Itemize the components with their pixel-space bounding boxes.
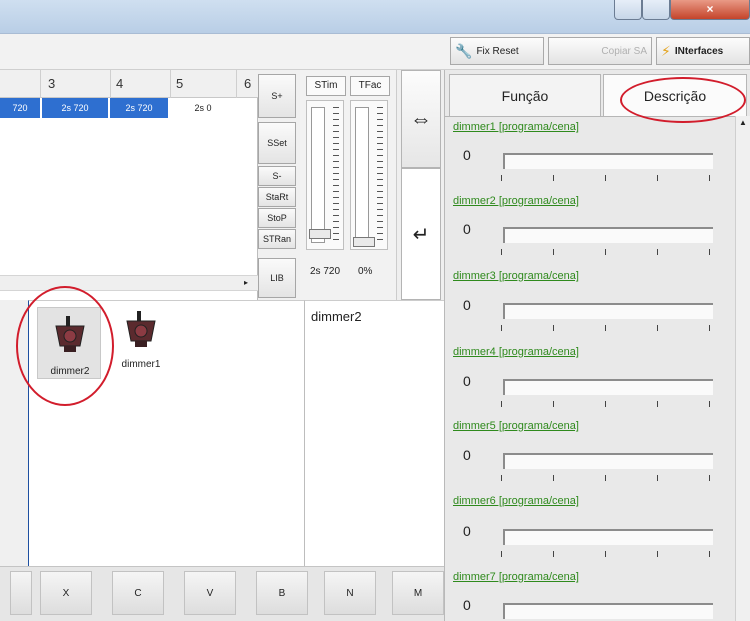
dimmer-link[interactable]: dimmer1 [programa/cena] [453,121,579,133]
key-m[interactable]: M [392,571,444,615]
dimmer-slider[interactable] [503,303,713,319]
keyboard-key-partial[interactable] [10,571,32,615]
grid-cell[interactable]: 2s 720 [110,98,168,118]
interfaces-button[interactable]: ⚡ INterfaces [656,37,750,65]
dimmer-value: 0 [463,597,471,613]
slider-ticks [501,551,713,557]
window-titlebar: × [0,0,750,34]
dimmer-link[interactable]: dimmer2 [programa/cena] [453,195,579,207]
slider-track [355,107,369,243]
swap-arrows-icon: ⇔ [410,106,432,131]
device-dimmer1[interactable]: dimmer1 [109,307,173,379]
scroll-up-icon[interactable]: ▲ [739,118,747,127]
wrench-icon: 🔧 [455,42,473,59]
slider-ticks [501,175,713,181]
column-separator [170,70,171,98]
dimmer-link[interactable]: dimmer6 [programa/cena] [453,495,579,507]
lib-button[interactable]: LIB [258,258,296,298]
tfac-slider-knob[interactable] [353,237,375,247]
tfac-slider[interactable] [350,100,388,250]
tab-funcao[interactable]: Função [449,74,601,116]
slider-ticks [501,475,713,481]
slider-ticks [501,401,713,407]
device-info-panel: dimmer2 [304,300,444,566]
dimmer-link[interactable]: dimmer7 [programa/cena] [453,571,579,583]
dimmer-slider[interactable] [503,603,713,619]
key-c[interactable]: C [112,571,164,615]
key-v[interactable]: V [184,571,236,615]
stim-slider-knob[interactable] [309,229,331,239]
column-header: 5 [176,76,184,91]
highlight-circle-device [16,286,114,406]
swap-button[interactable]: ⇔ [401,70,441,168]
dimmer-value: 0 [463,297,471,313]
maximize-button[interactable] [642,0,670,20]
toolbar: 🔧 Fix Reset Copiar SA ⚡ INterfaces [0,34,750,70]
column-header: 4 [116,76,124,91]
dimmer-value: 0 [463,373,471,389]
dimmer-fixture-icon [126,311,156,347]
properties-panel: Função Descrição dimmer1 [programa/cena]… [444,70,750,621]
dimmer-link[interactable]: dimmer3 [programa/cena] [453,270,579,282]
fix-reset-button[interactable]: 🔧 Fix Reset [450,37,544,65]
column-header: 3 [48,76,56,91]
grid-cell[interactable]: 2s 0 [170,98,236,118]
close-button[interactable]: × [670,0,750,20]
channel-grid[interactable]: 3 4 5 6 720 2s 720 2s 720 2s 0 ▸ [0,70,258,300]
slider-ticks [333,107,339,243]
device-label: dimmer1 [121,359,161,370]
stran-button[interactable]: STRan [258,229,296,249]
dimmer-slider[interactable] [503,227,713,243]
stim-value: 2s 720 [310,266,341,277]
dimmer-value: 0 [463,523,471,539]
start-button[interactable]: StaRt [258,187,296,207]
column-separator [110,70,111,98]
dimmer-slider[interactable] [503,153,713,169]
dimmer-value: 0 [463,447,471,463]
grid-header: 3 4 5 6 [0,70,258,98]
enter-arrow-icon: ↵ [412,223,430,246]
stim-slider[interactable] [306,100,344,250]
slider-ticks [501,325,713,331]
stim-header: STim [306,76,346,96]
dimmer-slider[interactable] [503,453,713,469]
arrow-column: ⇔ ↵ [396,70,444,300]
key-b[interactable]: B [256,571,308,615]
virtual-keyboard: X C V B N M [0,566,444,621]
sset-button[interactable]: SSet [258,122,296,164]
slider-ticks [501,249,713,255]
stop-button[interactable]: StoP [258,208,296,228]
key-n[interactable]: N [324,571,376,615]
s-plus-button[interactable]: S+ [258,74,296,118]
column-header: 6 [244,76,252,91]
time-slider-panel: STim TFac 2s 720 0% [300,70,396,300]
copiar-sa-button[interactable]: Copiar SA [548,37,652,65]
tfac-value: 0% [358,266,373,277]
dimmer-link[interactable]: dimmer4 [programa/cena] [453,346,579,358]
grid-cell[interactable]: 2s 720 [42,98,108,118]
close-icon: × [706,2,714,16]
key-x[interactable]: X [40,571,92,615]
slider-track [311,107,325,243]
dimmer-value: 0 [463,147,471,163]
highlight-circle-tab [620,77,746,123]
vertical-scrollbar[interactable]: ▲ [735,116,750,621]
slider-ticks [377,107,383,243]
lightning-icon: ⚡ [661,42,671,59]
minimize-button[interactable] [614,0,642,20]
grid-cell[interactable]: 720 [0,98,40,118]
horizontal-scrollbar[interactable]: ▸ [0,275,258,291]
tfac-header: TFac [350,76,390,96]
dimmer-list: dimmer1 [programa/cena] 0 dimmer2 [progr… [445,116,735,621]
dimmer-link[interactable]: dimmer5 [programa/cena] [453,420,579,432]
selected-device-label: dimmer2 [311,309,362,324]
dimmer-value: 0 [463,221,471,237]
enter-button[interactable]: ↵ [401,168,441,300]
column-separator [40,70,41,98]
dimmer-slider[interactable] [503,529,713,545]
column-separator [236,70,237,98]
dimmer-slider[interactable] [503,379,713,395]
scroll-right-icon[interactable]: ▸ [244,278,248,287]
s-minus-button[interactable]: S- [258,166,296,186]
